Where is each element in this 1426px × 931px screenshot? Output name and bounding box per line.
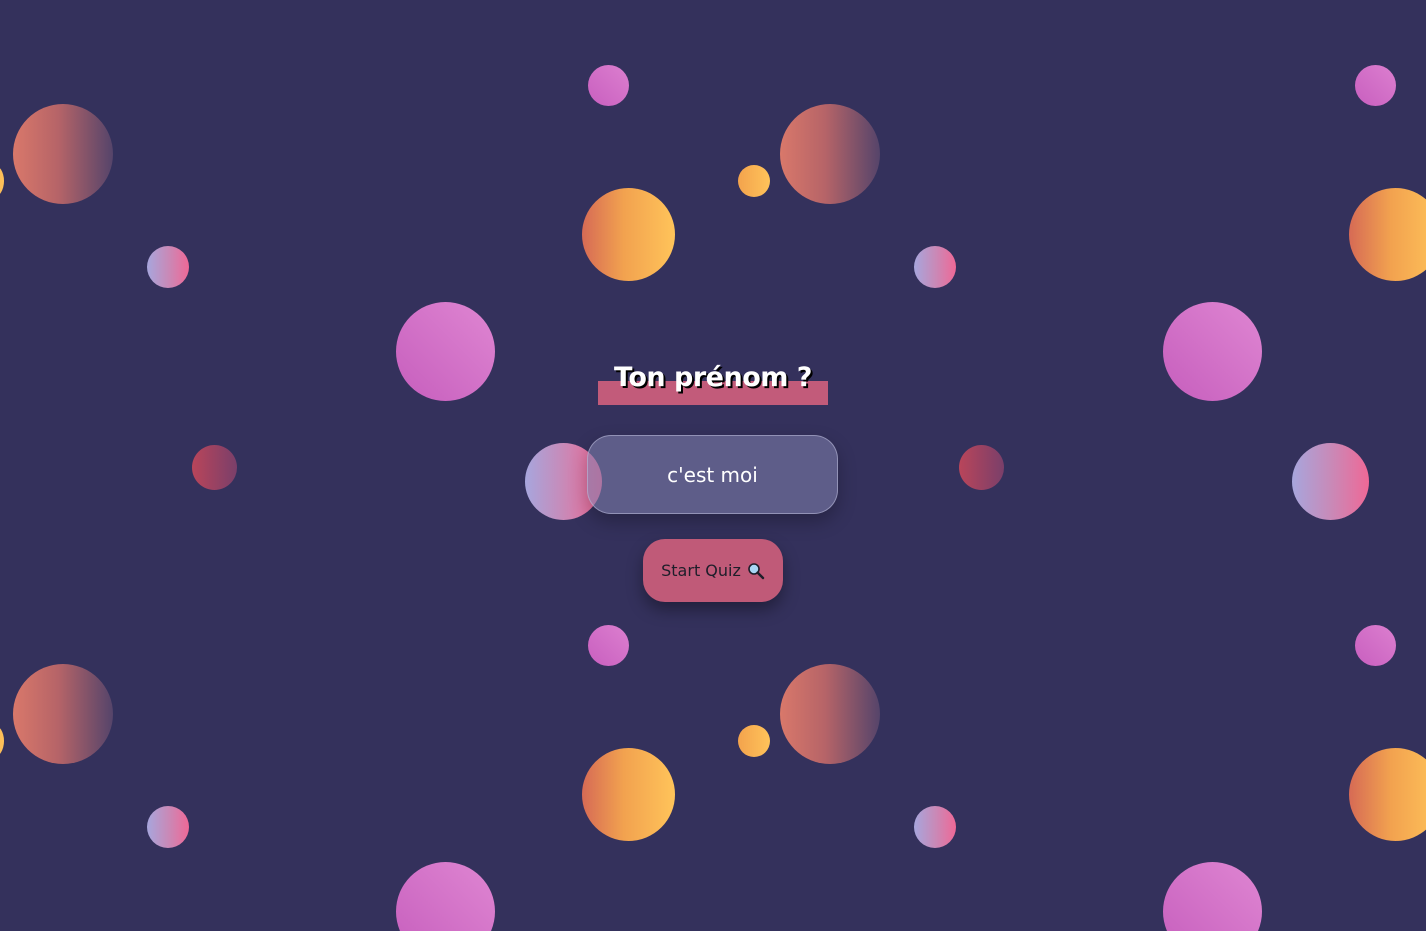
decorative-bubble [959,445,1004,490]
decorative-bubble [0,725,4,757]
decorative-bubble [147,246,189,288]
decorative-bubble [13,104,113,204]
decorative-bubble [396,862,495,931]
decorative-bubble [582,188,675,281]
magnifier-icon [747,562,765,580]
decorative-bubble [1163,302,1262,401]
start-quiz-button[interactable]: Start Quiz [643,539,783,602]
decorative-bubble [1355,65,1396,106]
decorative-bubble [914,806,956,848]
quiz-start-screen: Ton prénom ? c'est moi Start Quiz [0,0,1426,931]
decorative-bubble [0,165,4,197]
name-prompt: Ton prénom ? [598,360,828,405]
decorative-bubble [588,65,629,106]
decorative-bubble [1349,188,1426,281]
decorative-bubble [582,748,675,841]
name-input[interactable]: c'est moi [587,435,838,514]
decorative-bubble [780,664,880,764]
decorative-bubble [147,806,189,848]
decorative-bubble [1355,625,1396,666]
name-input-value: c'est moi [667,462,758,487]
decorative-bubble [1163,862,1262,931]
decorative-bubble [914,246,956,288]
decorative-bubble [588,625,629,666]
decorative-bubble [192,445,237,490]
page-title: Ton prénom ? [614,362,812,393]
decorative-bubble [738,725,770,757]
decorative-bubble [396,302,495,401]
decorative-bubble [13,664,113,764]
decorative-bubble [780,104,880,204]
start-quiz-label: Start Quiz [661,561,741,580]
decorative-bubble [1292,443,1369,520]
decorative-bubble [738,165,770,197]
decorative-bubble [1349,748,1426,841]
